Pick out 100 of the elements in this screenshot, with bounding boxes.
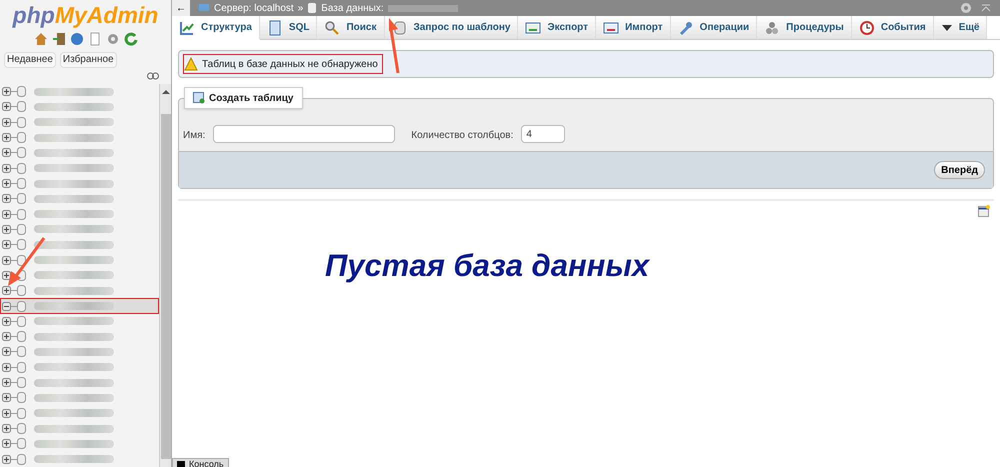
- expand-icon[interactable]: [2, 87, 11, 96]
- expand-icon[interactable]: [2, 148, 11, 158]
- expand-icon[interactable]: [2, 454, 11, 464]
- name-field[interactable]: [213, 125, 396, 143]
- expand-icon[interactable]: [2, 424, 11, 434]
- submit-button[interactable]: Вперёд: [934, 161, 985, 179]
- add-table-icon: [193, 92, 205, 104]
- database-icon: [17, 208, 26, 220]
- database-icon: [17, 408, 26, 419]
- notice-text: Таблиц в базе данных не обнаружено: [202, 58, 378, 72]
- database-icon: [17, 239, 26, 250]
- database-icon: [17, 86, 26, 98]
- gears-icon: [764, 20, 780, 36]
- annotation-arrow: [386, 17, 400, 75]
- tab[interactable]: Ещё: [934, 16, 988, 39]
- database-icon: [17, 346, 26, 358]
- expand-icon[interactable]: [2, 393, 11, 402]
- expand-icon[interactable]: [2, 224, 11, 234]
- database-icon: [17, 316, 26, 327]
- name-label: Имя:: [183, 129, 206, 143]
- console-icon: [177, 461, 185, 467]
- expand-icon[interactable]: [2, 240, 11, 250]
- tab[interactable]: SQL: [260, 16, 318, 39]
- database-link[interactable]: База данных:: [321, 0, 384, 16]
- tab[interactable]: События: [852, 16, 934, 39]
- blurred-name-placeholder: [388, 4, 458, 12]
- database-icon: [392, 20, 408, 36]
- tab[interactable]: Процедуры: [757, 16, 852, 39]
- separator: »: [298, 2, 304, 16]
- database-icon: [17, 116, 26, 128]
- expand-icon[interactable]: [2, 286, 11, 296]
- tab[interactable]: Операции: [670, 16, 758, 39]
- columns-label: Количество столбцов:: [411, 129, 514, 143]
- expand-icon[interactable]: [2, 347, 11, 356]
- caption-text: Пустая база данных: [325, 247, 650, 285]
- database-icon: [17, 147, 26, 158]
- tab[interactable]: Запрос по шаблону: [384, 16, 518, 39]
- help-icon[interactable]: [70, 32, 84, 46]
- database-icon: [17, 224, 26, 235]
- console-tab[interactable]: Консоль: [172, 458, 229, 467]
- expand-icon[interactable]: [2, 439, 11, 448]
- expand-icon[interactable]: [2, 164, 11, 173]
- server-icon: [198, 2, 210, 14]
- expand-icon[interactable]: [2, 408, 11, 418]
- scrollbar-thumb[interactable]: [160, 114, 170, 459]
- expand-icon[interactable]: [2, 210, 11, 219]
- home-icon[interactable]: [34, 32, 48, 46]
- exit-icon[interactable]: [52, 32, 66, 46]
- database-icon: [17, 392, 26, 404]
- warning-icon: [184, 57, 198, 71]
- database-icon: [17, 300, 26, 312]
- database-icon: [17, 285, 26, 296]
- database-icon: [17, 438, 26, 450]
- server-link[interactable]: Сервер: localhost: [214, 0, 294, 16]
- expand-icon[interactable]: [2, 179, 11, 188]
- columns-field[interactable]: 4: [521, 125, 566, 143]
- database-icon: [307, 2, 318, 14]
- expand-icon[interactable]: [2, 256, 11, 265]
- reload-icon[interactable]: [124, 32, 138, 46]
- expand-icon[interactable]: [2, 362, 11, 372]
- database-icon: [17, 162, 26, 174]
- database-icon: [17, 101, 26, 112]
- export-icon: [525, 20, 542, 36]
- expand-icon[interactable]: [2, 332, 11, 342]
- database-icon: [17, 331, 26, 342]
- collapse-icon[interactable]: [2, 302, 11, 311]
- logo[interactable]: phpMyAdmin: [12, 2, 158, 28]
- expand-icon[interactable]: [2, 102, 11, 112]
- window-icon[interactable]: [978, 205, 990, 217]
- document-icon: [266, 20, 283, 36]
- search-icon: [324, 20, 340, 36]
- tab[interactable]: Импорт: [596, 16, 671, 39]
- document-icon[interactable]: [88, 32, 102, 46]
- nav-tab-button[interactable]: Избранное: [60, 52, 117, 68]
- expand-icon[interactable]: [2, 378, 11, 388]
- expand-icon[interactable]: [2, 133, 11, 142]
- back-button[interactable]: ←: [172, 0, 190, 16]
- tab[interactable]: Структура: [172, 16, 260, 40]
- database-icon: [17, 362, 26, 373]
- legend-text: Создать таблицу: [209, 92, 294, 106]
- settings-icon[interactable]: [960, 2, 972, 14]
- expand-icon[interactable]: [2, 270, 11, 280]
- scroll-up-icon[interactable]: [162, 88, 170, 96]
- nav-tab-button[interactable]: Недавнее: [4, 52, 56, 68]
- tab[interactable]: Экспорт: [518, 16, 596, 39]
- database-icon: [17, 254, 26, 266]
- structure-icon: [179, 20, 195, 36]
- link-icon[interactable]: [147, 72, 159, 80]
- wrench-icon: [678, 20, 694, 36]
- database-tree-item[interactable]: [0, 298, 159, 314]
- settings-icon[interactable]: [106, 32, 120, 46]
- database-icon: [17, 178, 26, 190]
- expand-icon[interactable]: [2, 194, 11, 204]
- import-icon: [603, 20, 620, 36]
- clock-icon: [858, 20, 875, 36]
- database-icon: [17, 132, 26, 144]
- expand-icon[interactable]: [2, 118, 11, 127]
- tab[interactable]: Поиск: [317, 16, 384, 39]
- expand-icon[interactable]: [2, 316, 11, 326]
- database-icon: [17, 377, 26, 388]
